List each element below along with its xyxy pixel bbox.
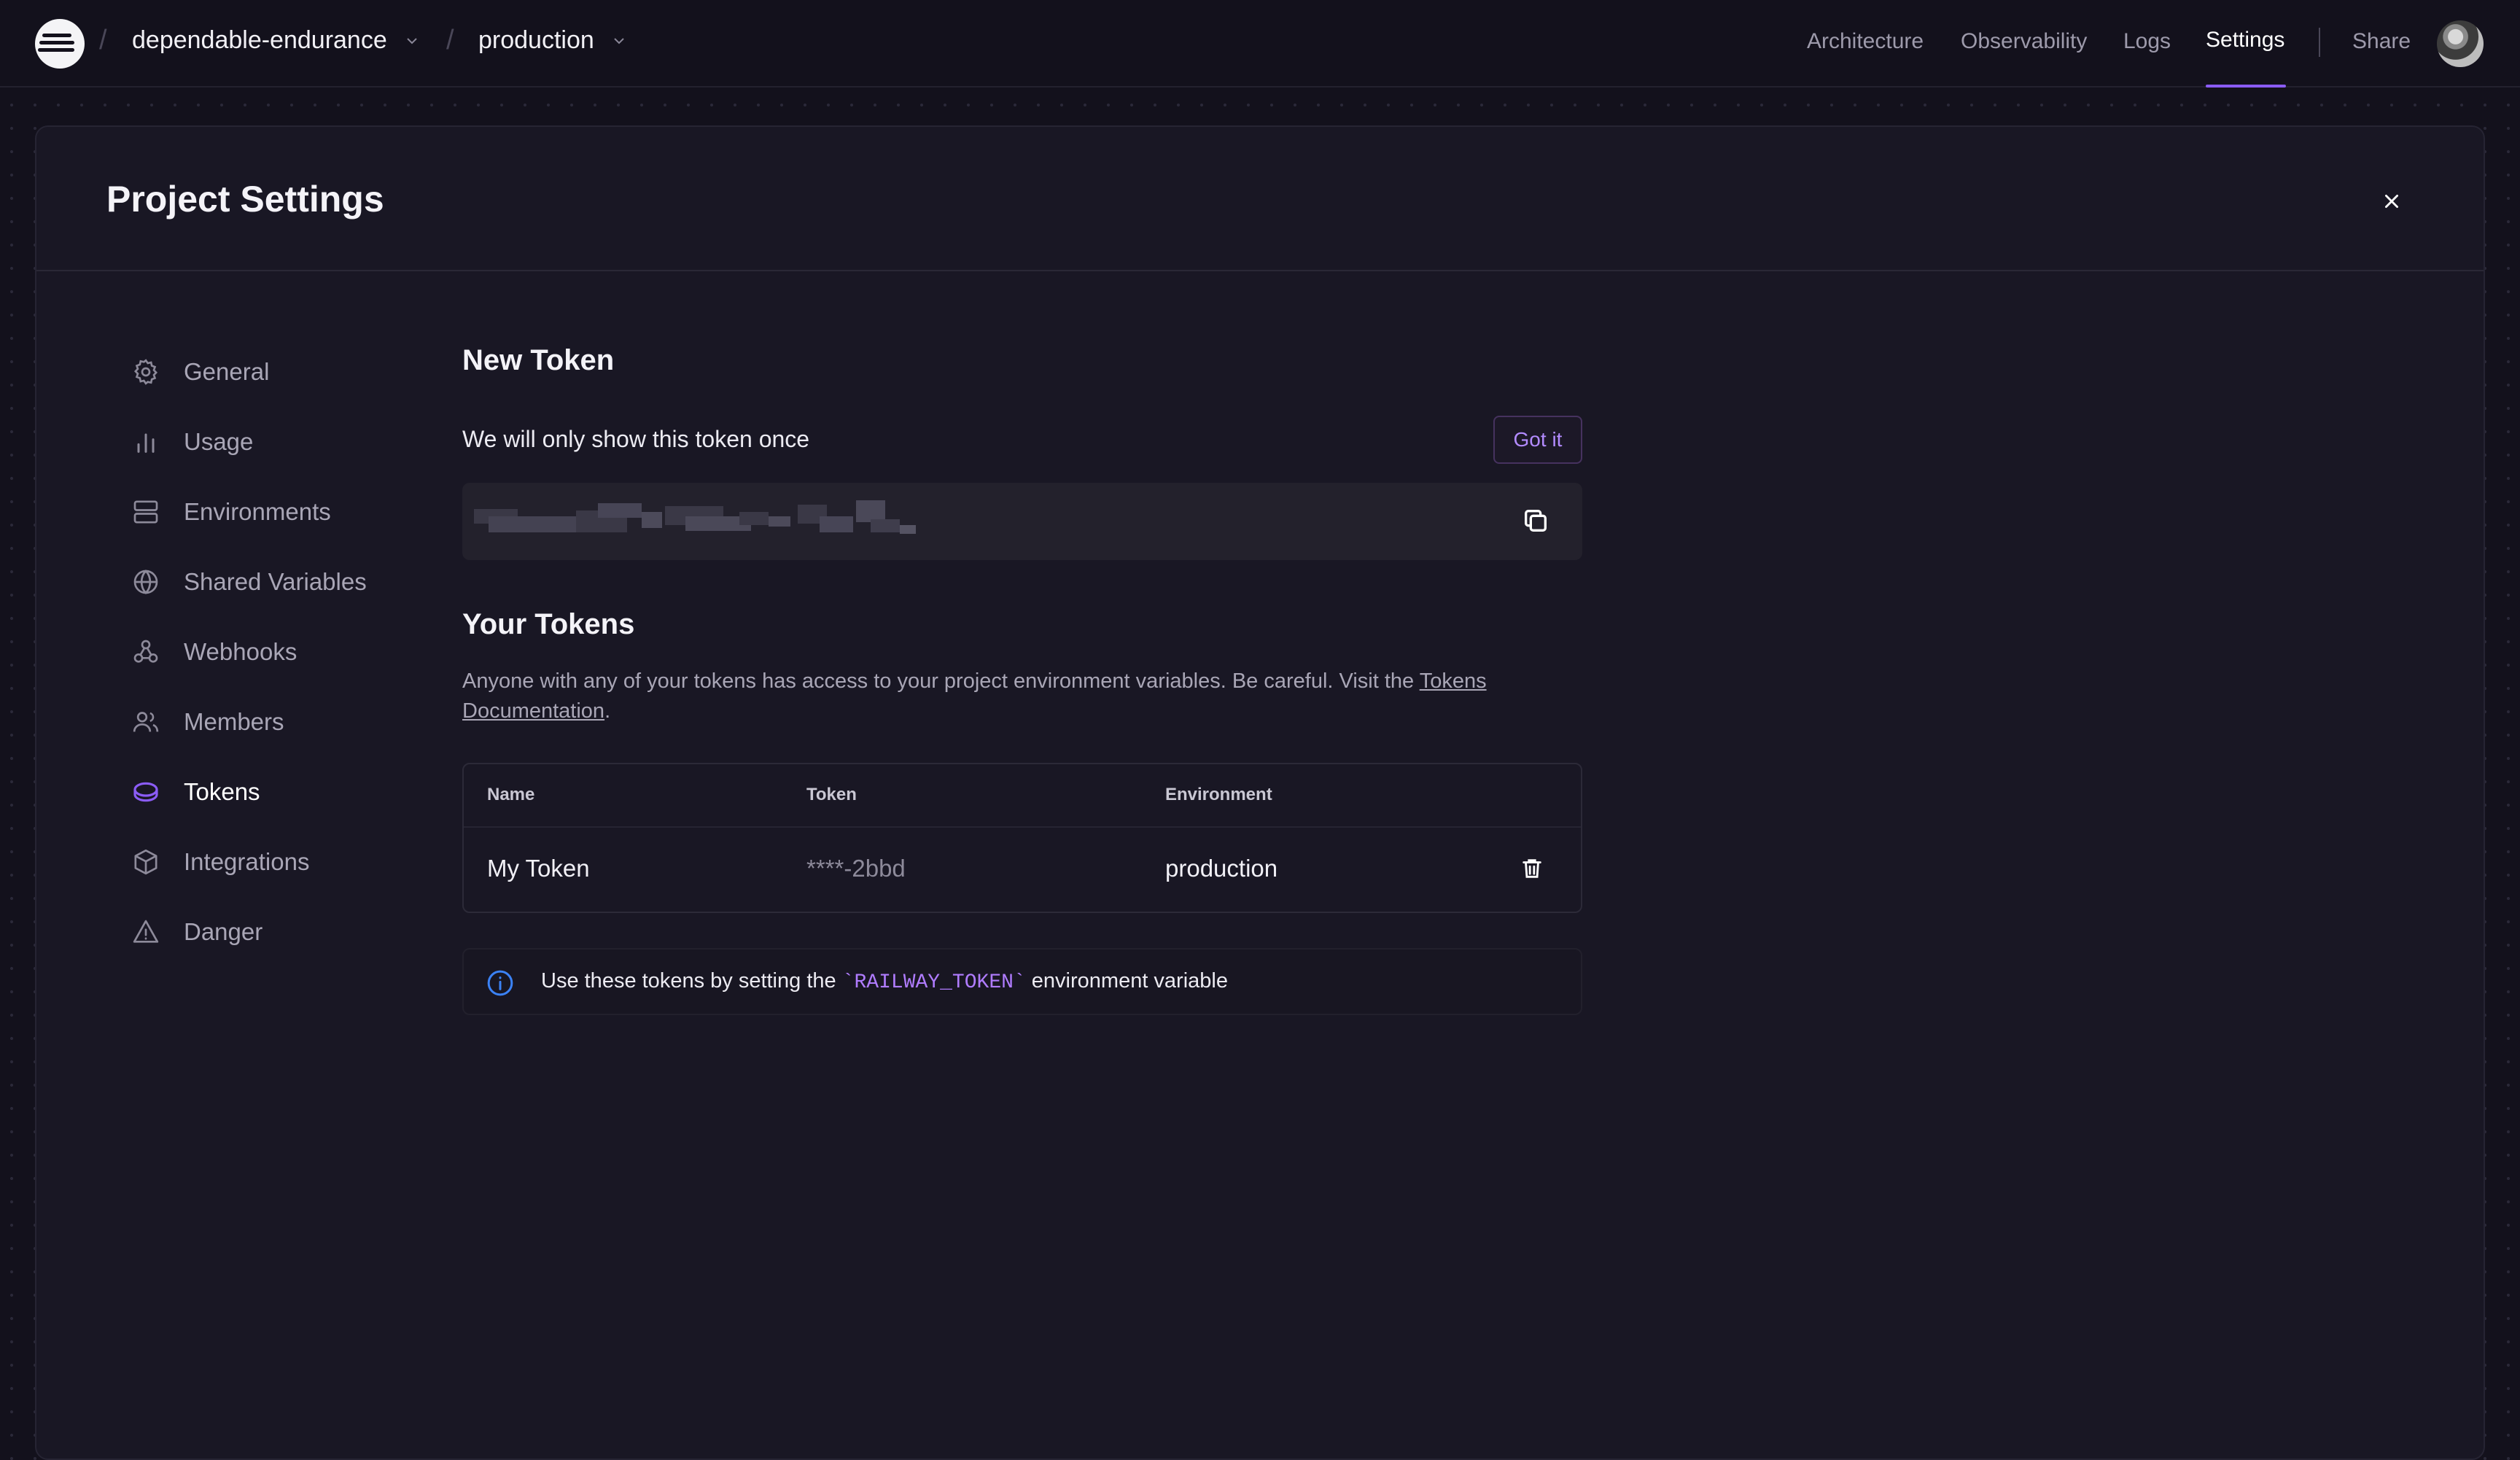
environment-name: production bbox=[478, 26, 594, 54]
sidebar-item-usage[interactable]: Usage bbox=[130, 420, 253, 464]
tokens-description: Anyone with any of your tokens has acces… bbox=[462, 667, 1585, 726]
sidebar-item-danger[interactable]: Danger bbox=[130, 910, 262, 954]
column-header-name: Name bbox=[487, 785, 535, 804]
server-icon bbox=[130, 496, 162, 528]
sidebar-item-members[interactable]: Members bbox=[130, 700, 284, 744]
project-name: dependable-endurance bbox=[132, 26, 387, 54]
modal-title: Project Settings bbox=[106, 179, 384, 220]
close-icon bbox=[2385, 195, 2398, 208]
info-prefix: Use these tokens by setting the bbox=[541, 969, 842, 993]
chevron-down-icon bbox=[407, 37, 417, 44]
project-switcher[interactable]: dependable-endurance bbox=[132, 26, 421, 55]
nav-observability[interactable]: Observability bbox=[1961, 29, 2087, 54]
copy-icon[interactable] bbox=[1521, 506, 1550, 535]
nav-settings[interactable]: Settings bbox=[2206, 28, 2284, 53]
sidebar-item-label: Shared Variables bbox=[184, 568, 367, 595]
nav-logs[interactable]: Logs bbox=[2123, 29, 2171, 54]
breadcrumb-separator: / bbox=[99, 25, 107, 55]
table-divider bbox=[464, 826, 1581, 828]
sidebar-item-label: Usage bbox=[184, 428, 254, 455]
got-it-button[interactable]: Got it bbox=[1493, 416, 1582, 464]
description-text: Anyone with any of your tokens has acces… bbox=[462, 669, 1420, 693]
token-masked-value: ****-2bbd bbox=[806, 855, 906, 882]
token-environment: production bbox=[1165, 855, 1278, 882]
info-icon bbox=[487, 970, 513, 996]
sidebar-item-label: Danger bbox=[184, 918, 263, 945]
warning-icon bbox=[130, 916, 162, 948]
token-notice: We will only show this token once bbox=[462, 426, 810, 452]
close-button[interactable] bbox=[2376, 185, 2408, 217]
nav-divider bbox=[2319, 28, 2320, 57]
top-nav-bar: / dependable-endurance / production Arch… bbox=[0, 0, 2520, 88]
sidebar-item-label: Webhooks bbox=[184, 638, 298, 665]
breadcrumb-separator: / bbox=[446, 25, 454, 55]
active-tab-indicator bbox=[2206, 85, 2286, 88]
description-end: . bbox=[604, 699, 611, 723]
environment-switcher[interactable]: production bbox=[478, 26, 628, 55]
nav-architecture[interactable]: Architecture bbox=[1807, 29, 1924, 54]
trash-icon[interactable] bbox=[1520, 855, 1544, 882]
gear-icon bbox=[130, 356, 162, 388]
modal-header: Project Settings bbox=[36, 127, 2484, 271]
sidebar-item-label: Integrations bbox=[184, 848, 310, 875]
users-icon bbox=[130, 706, 162, 738]
sidebar-item-environments[interactable]: Environments bbox=[130, 490, 331, 534]
user-avatar[interactable] bbox=[2437, 20, 2484, 67]
new-token-field[interactable] bbox=[462, 483, 1582, 560]
sidebar-item-label: Members bbox=[184, 708, 284, 735]
your-tokens-heading: Your Tokens bbox=[462, 608, 635, 640]
column-header-token: Token bbox=[806, 785, 857, 804]
share-button[interactable]: Share bbox=[2352, 29, 2411, 54]
info-suffix: environment variable bbox=[1025, 969, 1228, 993]
globe-icon bbox=[130, 566, 162, 598]
info-callout: Use these tokens by setting the `RAILWAY… bbox=[462, 948, 1582, 1015]
info-text: Use these tokens by setting the `RAILWAY… bbox=[541, 969, 1228, 994]
bar-chart-icon bbox=[130, 426, 162, 458]
sidebar-item-label: Environments bbox=[184, 498, 331, 525]
sidebar-item-general[interactable]: General bbox=[130, 350, 269, 394]
tokens-table: Name Token Environment My Token ****-2bb… bbox=[462, 763, 1582, 913]
webhook-icon bbox=[130, 636, 162, 668]
column-header-environment: Environment bbox=[1165, 785, 1272, 804]
new-token-heading: New Token bbox=[462, 344, 615, 376]
sidebar-item-label: Tokens bbox=[184, 778, 260, 805]
sidebar-item-shared-variables[interactable]: Shared Variables bbox=[130, 560, 367, 604]
box-icon bbox=[130, 846, 162, 878]
token-icon bbox=[130, 776, 162, 808]
env-variable-code: `RAILWAY_TOKEN` bbox=[841, 971, 1026, 994]
sidebar-item-integrations[interactable]: Integrations bbox=[130, 840, 309, 884]
sidebar-item-label: General bbox=[184, 358, 270, 385]
token-name: My Token bbox=[487, 855, 590, 882]
sidebar-item-webhooks[interactable]: Webhooks bbox=[130, 630, 297, 674]
sidebar-item-tokens[interactable]: Tokens bbox=[130, 770, 260, 814]
chevron-down-icon bbox=[614, 37, 624, 44]
railway-logo-icon[interactable] bbox=[35, 19, 85, 69]
